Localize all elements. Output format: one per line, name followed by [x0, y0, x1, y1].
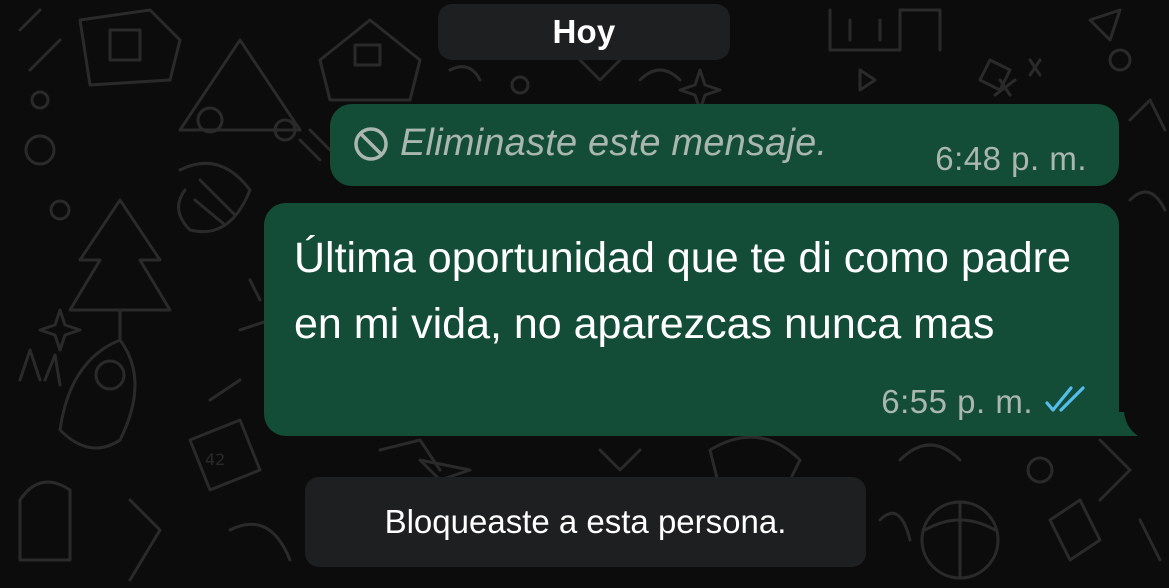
bubble-tail — [1116, 412, 1138, 436]
deleted-message-text: Eliminaste este mensaje. — [400, 122, 828, 164]
blocked-notice: Bloqueaste a esta persona. — [305, 477, 866, 567]
date-separator: Hoy — [438, 4, 730, 60]
message-text: Última oportunidad que te di como padre … — [294, 234, 1071, 348]
deleted-message-bubble[interactable]: Eliminaste este mensaje. 6:48 p. m. — [330, 104, 1119, 186]
svg-text:42: 42 — [205, 450, 225, 469]
message-time: 6:48 p. m. — [935, 140, 1087, 177]
deleted-message-content: Eliminaste este mensaje. — [352, 122, 827, 165]
double-check-read-icon — [1045, 386, 1085, 412]
ban-icon — [354, 126, 388, 161]
message-time: 6:55 p. m. — [881, 383, 1033, 420]
outgoing-message-bubble[interactable]: Última oportunidad que te di como padre … — [264, 203, 1119, 436]
